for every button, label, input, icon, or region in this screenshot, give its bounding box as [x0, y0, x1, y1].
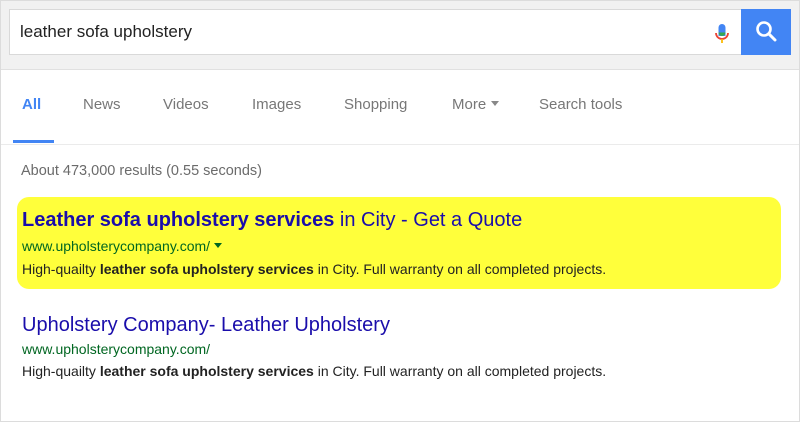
active-tab-indicator: [13, 140, 54, 143]
search-input[interactable]: [20, 18, 680, 46]
snippet-bold: leather sofa upholstery services: [99, 261, 314, 277]
snippet-text: High-quailty: [22, 363, 100, 379]
tab-search-tools[interactable]: Search tools: [539, 96, 622, 113]
tab-news[interactable]: News: [83, 96, 121, 113]
search-icon: [755, 20, 777, 45]
result-title-rest: in City - Get a Quote: [334, 209, 523, 231]
snippet-text: in City. Full warranty on all completed …: [313, 261, 607, 277]
snippet-text: High-quailty: [22, 261, 100, 277]
snippet-bold: leather sofa upholstery services: [99, 363, 314, 379]
search-results-page: All News Videos Images Shopping More Sea…: [0, 0, 800, 422]
tab-more-label: More: [452, 96, 487, 113]
result-title-link[interactable]: Leather sofa upholstery services in City…: [22, 209, 522, 232]
dropdown-caret-icon: [491, 100, 500, 106]
result-url-text: www.upholsterycompany.com/: [22, 238, 211, 254]
tab-more[interactable]: More: [452, 96, 500, 113]
organic-result: Upholstery Company- Leather Upholstery w…: [17, 312, 781, 392]
tab-shopping[interactable]: Shopping: [344, 96, 407, 113]
result-title-link[interactable]: Upholstery Company- Leather Upholstery: [22, 314, 390, 337]
microphone-icon[interactable]: [710, 22, 734, 46]
result-url[interactable]: www.upholsterycompany.com/: [22, 341, 210, 357]
search-box: [9, 9, 741, 55]
search-header: [1, 1, 799, 70]
result-stats: About 473,000 results (0.55 seconds): [21, 163, 263, 179]
search-button[interactable]: [741, 9, 791, 55]
search-tabs: All News Videos Images Shopping More Sea…: [1, 69, 799, 145]
result-snippet: High-quailty leather sofa upholstery ser…: [22, 261, 606, 277]
ad-result: Leather sofa upholstery services in City…: [17, 197, 781, 289]
result-title-bold: Leather sofa upholstery services: [22, 209, 335, 231]
url-dropdown-icon[interactable]: [214, 242, 223, 248]
tab-all[interactable]: All: [22, 96, 41, 113]
snippet-text: in City. Full warranty on all completed …: [313, 363, 607, 379]
tab-videos[interactable]: Videos: [163, 96, 209, 113]
result-snippet: High-quailty leather sofa upholstery ser…: [22, 363, 606, 379]
tab-images[interactable]: Images: [252, 96, 301, 113]
result-url[interactable]: www.upholsterycompany.com/: [22, 238, 223, 254]
